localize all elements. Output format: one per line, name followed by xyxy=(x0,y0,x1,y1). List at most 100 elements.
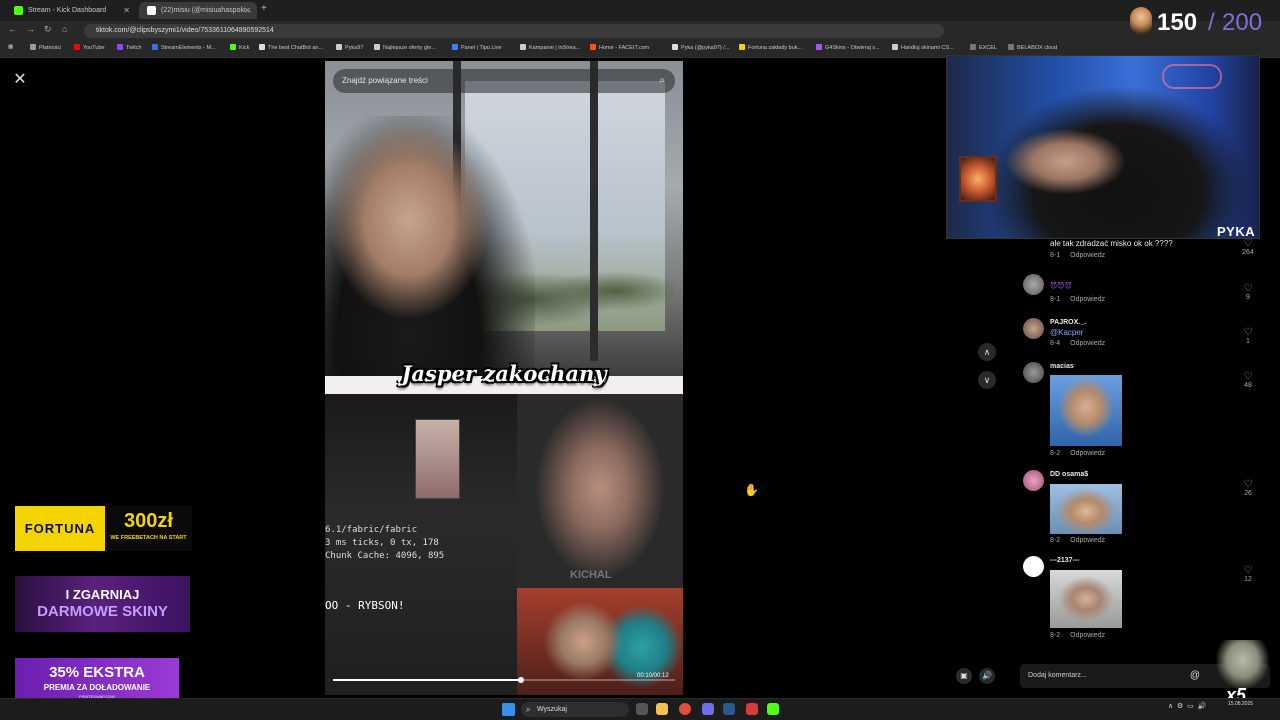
tab-tiktok[interactable]: (22)misiu (@misiuahaspoki... ✕ xyxy=(139,2,257,19)
avatar[interactable] xyxy=(1023,274,1044,295)
stream-banner-text: OO - RYBSON! xyxy=(325,599,405,612)
comment-image[interactable] xyxy=(1050,375,1122,446)
bookmark-item[interactable]: G4Skins - Otwieraj s... xyxy=(816,44,880,51)
bookmark-item[interactable]: The best ChatBot an... xyxy=(259,44,323,51)
reply-button[interactable]: Odpowiedz xyxy=(1070,632,1105,639)
bookmark-label: Kick xyxy=(239,45,250,51)
streamer-webcam: PYKA xyxy=(946,55,1260,239)
back-icon[interactable]: ← xyxy=(8,24,17,34)
like-button[interactable]: ♡ 264 xyxy=(1240,239,1256,257)
discord-icon[interactable] xyxy=(702,703,714,715)
reply-button[interactable]: Odpowiedz xyxy=(1070,252,1105,259)
bookmark-icon xyxy=(590,44,596,50)
comment-item: 😈😈😈 8-1 Odpowiedz ♡ 9 xyxy=(1020,274,1270,310)
start-button[interactable] xyxy=(502,703,515,716)
bookmark-icon xyxy=(739,44,745,50)
terminal-line: 3 ms ticks, 0 tx, 178 xyxy=(325,538,439,548)
neon-sign xyxy=(1162,64,1222,89)
comment-username[interactable]: PAJROX._. xyxy=(1050,319,1086,326)
like-button[interactable]: ♡ 48 xyxy=(1240,372,1256,390)
bookmark-item[interactable]: Home - FACEIT.com xyxy=(590,44,649,51)
comment-image[interactable] xyxy=(1050,484,1122,534)
like-button[interactable]: ♡ 9 xyxy=(1240,284,1256,302)
avatar[interactable] xyxy=(1023,318,1044,339)
reply-button[interactable]: Odpowiedz xyxy=(1070,340,1105,347)
avatar[interactable] xyxy=(1023,362,1044,383)
taskbar-search[interactable]: ⌕ Wyszukaj xyxy=(521,702,629,717)
comment-meta: 8-2 Odpowiedz xyxy=(1050,450,1105,457)
apps-icon[interactable]: ▦ xyxy=(8,44,13,50)
related-search-input[interactable]: Znajdź powiązane treści ⌕ xyxy=(333,69,675,93)
system-tray[interactable]: ∧ ⚙ ▭ 🔊 xyxy=(1168,702,1206,710)
bookmark-item[interactable]: Najlepsze oferty gie... xyxy=(374,44,436,51)
home-icon[interactable]: ⌂ xyxy=(62,24,67,34)
close-video-button[interactable]: ✕ xyxy=(10,70,30,90)
bookmark-item[interactable]: Fortuna zakłady buk... xyxy=(739,44,802,51)
video-progress-bar[interactable] xyxy=(333,677,675,683)
miniplayer-icon[interactable]: ▣ xyxy=(956,668,972,684)
bookmark-item[interactable]: Kampanie | inStrea... xyxy=(520,44,580,51)
bookmark-item[interactable]: StreamElements - M... xyxy=(152,44,216,51)
like-button[interactable]: ♡ 1 xyxy=(1240,327,1256,346)
forward-icon[interactable]: → xyxy=(26,24,35,34)
reply-button[interactable]: Odpowiedz xyxy=(1070,537,1105,544)
like-button[interactable]: ♡ 26 xyxy=(1240,480,1256,498)
bookmark-item[interactable]: EXCEL xyxy=(970,44,997,51)
counter-current: 150 xyxy=(1157,9,1198,36)
close-tab-icon[interactable]: ✕ xyxy=(123,2,130,19)
kick-app-icon[interactable] xyxy=(767,703,779,715)
heart-icon: ♡ xyxy=(1243,327,1253,338)
comment-image[interactable] xyxy=(1050,570,1122,628)
video-player[interactable]: Znajdź powiązane treści ⌕ 6.1/fabric/fab… xyxy=(325,61,683,695)
volume-icon[interactable]: 🔊 xyxy=(979,668,995,684)
avatar[interactable] xyxy=(1023,556,1044,577)
bookmark-label: Pyka97 xyxy=(345,45,364,51)
reply-button[interactable]: Odpowiedz xyxy=(1070,450,1105,457)
bookmark-item[interactable]: Pyka97 xyxy=(336,44,363,51)
taskbar: ⌕ Wyszukaj ∧ ⚙ ▭ 🔊 15.08.2025 xyxy=(0,698,1280,720)
reply-button[interactable]: Odpowiedz xyxy=(1070,296,1105,303)
bookmark-label: Pyka (@pyka97) /... xyxy=(681,45,730,51)
tab-title: (22)misiu (@misiuahaspoki... xyxy=(161,7,252,14)
comment-mention[interactable]: @Kacper xyxy=(1050,328,1083,337)
close-tab-icon[interactable]: ✕ xyxy=(244,2,251,19)
new-tab-button[interactable]: + xyxy=(261,3,267,14)
file-explorer-icon[interactable] xyxy=(656,703,668,715)
bookmark-label: Najlepsze oferty gie... xyxy=(383,45,436,51)
bookmark-item[interactable]: BELABOX cloud xyxy=(1008,44,1057,51)
comment-username[interactable]: macias xyxy=(1050,363,1074,370)
search-icon[interactable]: ⌕ xyxy=(659,69,665,93)
bookmark-item[interactable]: Twitch xyxy=(117,44,142,51)
bookmark-item[interactable]: Pyka (@pyka97) /... xyxy=(672,44,729,51)
next-video-button[interactable]: ∨ xyxy=(978,371,996,389)
terminal-line: Chunk Cache: 4096, 895 xyxy=(325,551,445,561)
emote-icon xyxy=(1130,7,1152,35)
url-field[interactable]: tiktok.com/@clipsbyszymi1/video/75336110… xyxy=(84,24,944,38)
previous-video-button[interactable]: ∧ xyxy=(978,343,996,361)
bookmark-item[interactable]: Płatności xyxy=(30,44,61,51)
comment-username[interactable]: DD osama$ xyxy=(1050,471,1088,478)
obs-icon[interactable] xyxy=(746,703,758,715)
comments-list[interactable]: ale tak zdradzać misko ok ok ???? 8-1 Odp… xyxy=(1020,238,1270,662)
bookmark-item[interactable]: Handluj skinami CS... xyxy=(892,44,954,51)
browser-tab-bar: Stream - Kick Dashboard ✕ (22)misiu (@mi… xyxy=(0,0,1280,21)
clock[interactable]: 15.08.2025 xyxy=(1228,701,1253,708)
like-count: 264 xyxy=(1242,249,1254,256)
comment-item: DD osama$ 8-2 Odpowiedz ♡ 26 xyxy=(1020,470,1270,550)
task-view-icon[interactable] xyxy=(636,703,648,715)
bookmark-item[interactable]: YouTube xyxy=(74,44,105,51)
kick-icon xyxy=(14,6,23,15)
chrome-icon[interactable] xyxy=(679,703,691,715)
like-count: 26 xyxy=(1244,490,1252,497)
like-button[interactable]: ♡ 12 xyxy=(1240,566,1256,584)
tab-kick-dashboard[interactable]: Stream - Kick Dashboard ✕ xyxy=(6,2,136,19)
bookmark-label: Fortuna zakłady buk... xyxy=(748,45,803,51)
mention-icon[interactable]: @ xyxy=(1190,664,1200,688)
comment-username[interactable]: ---2137--- xyxy=(1050,557,1080,564)
steam-icon[interactable] xyxy=(723,703,735,715)
bookmark-item[interactable]: Panel | Tipo.Live xyxy=(452,44,502,51)
avatar[interactable] xyxy=(1023,470,1044,491)
reload-icon[interactable]: ↻ xyxy=(44,24,52,35)
bookmark-label: StreamElements - M... xyxy=(161,45,216,51)
bookmark-item[interactable]: Kick xyxy=(230,44,249,51)
